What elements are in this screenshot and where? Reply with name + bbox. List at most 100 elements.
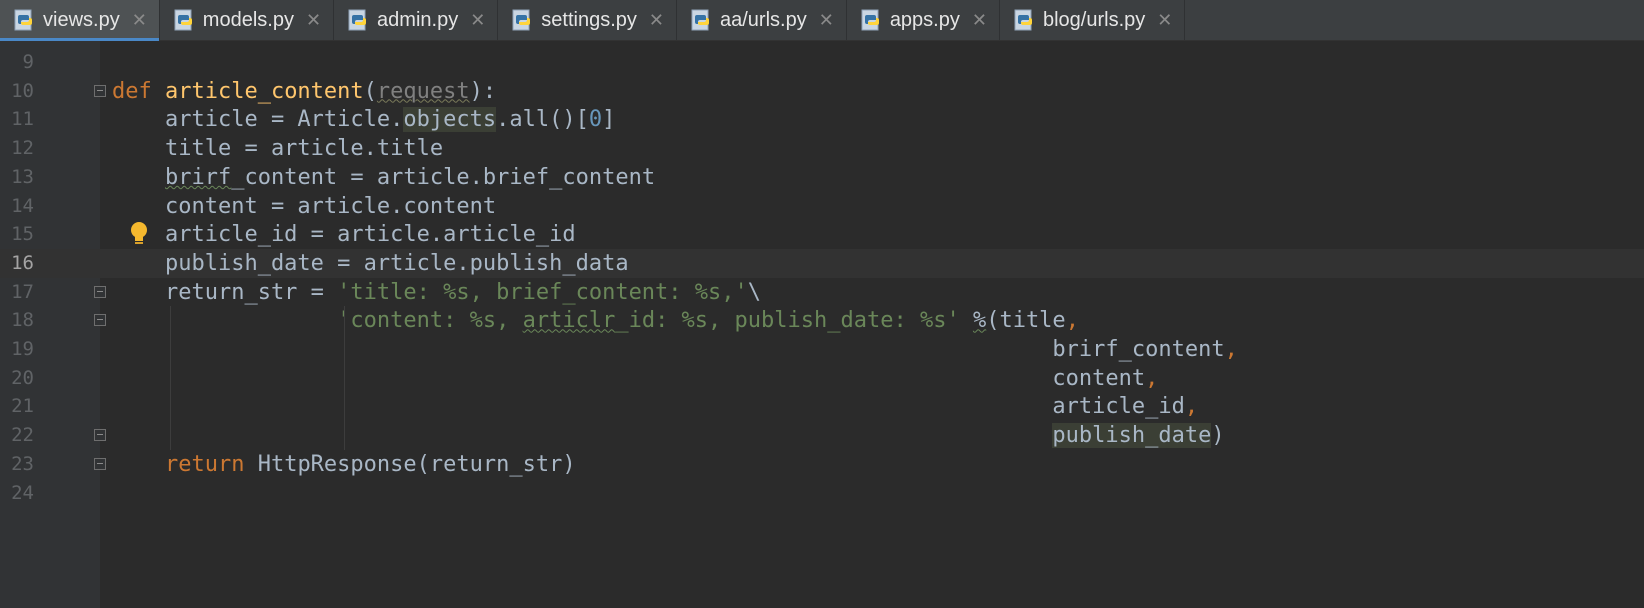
code-token: objects (403, 107, 497, 133)
line-number: 19 (11, 338, 34, 360)
python-file-icon (174, 9, 196, 31)
code-text: article = Article.objects.all()[0] (112, 105, 615, 134)
code-line[interactable]: 19 brirf_content, (0, 335, 1644, 364)
code-token: content = article.content (112, 193, 497, 219)
code-token: \ (747, 279, 762, 305)
close-icon[interactable]: ✕ (1157, 10, 1172, 31)
python-file-icon (512, 9, 534, 31)
line-number: 23 (11, 452, 34, 475)
code-line[interactable]: 24 (0, 479, 1644, 508)
tab-blog-urls-py[interactable]: blog/urls.py ✕ (1000, 0, 1186, 40)
code-token: return (164, 451, 258, 477)
line-number: 16 (11, 251, 34, 274)
fold-marker-icon[interactable] (94, 457, 106, 470)
fold-marker-icon[interactable] (94, 84, 106, 97)
code-line[interactable]: 18 'content: %s, articlr_id: %s, publish… (0, 306, 1644, 335)
code-line[interactable]: 14 content = article.content (0, 192, 1644, 221)
tab-settings-py[interactable]: settings.py ✕ (498, 0, 677, 40)
code-text: brirf_content = article.brief_content (112, 163, 655, 192)
tab-label: admin.py (377, 8, 459, 31)
tab-admin-py[interactable]: admin.py ✕ (334, 0, 499, 40)
code-token: HttpResponse(return_str) (257, 451, 576, 477)
close-icon[interactable]: ✕ (649, 10, 664, 31)
line-number: 18 (11, 309, 34, 332)
tab-label: aa/urls.py (720, 8, 807, 31)
python-file-icon (1014, 9, 1036, 31)
close-icon[interactable]: ✕ (306, 10, 321, 31)
code-line[interactable]: 21 article_id, (0, 392, 1644, 421)
code-token: ): (469, 78, 497, 104)
line-number: 22 (11, 424, 34, 447)
fold-marker-icon[interactable] (94, 285, 106, 298)
code-token: , (1065, 308, 1079, 334)
code-token: _content = article.brief_content (231, 164, 656, 190)
code-token: _id: %s, publish_date: %s' (615, 308, 960, 334)
code-token: ( (363, 78, 377, 104)
close-icon[interactable]: ✕ (819, 10, 834, 31)
code-token: (title (986, 308, 1066, 334)
tab-label: settings.py (541, 8, 637, 31)
close-icon[interactable]: ✕ (132, 10, 147, 31)
line-number: 24 (11, 481, 34, 504)
line-number: 13 (11, 165, 34, 188)
tab-models-py[interactable]: models.py ✕ (160, 0, 335, 40)
lightbulb-icon[interactable] (128, 220, 150, 248)
fold-marker-icon[interactable] (94, 429, 106, 442)
code-line[interactable]: 10 def article_content(request): (0, 77, 1644, 106)
line-number: 17 (11, 280, 34, 303)
close-icon[interactable]: ✕ (470, 10, 485, 31)
fold-marker-icon[interactable] (94, 314, 106, 327)
code-token: 'content: %s, (337, 308, 523, 334)
line-number: 10 (11, 79, 34, 102)
code-token: publish_date = article.publish_data (112, 250, 629, 276)
code-line[interactable]: 9 (0, 48, 1644, 77)
code-line[interactable]: 13 brirf_content = article.brief_content (0, 163, 1644, 192)
code-token: def (112, 78, 165, 104)
tab-label: blog/urls.py (1042, 8, 1146, 31)
code-token: ] (602, 107, 616, 133)
line-number: 21 (11, 395, 34, 418)
code-token: 0 (588, 107, 603, 133)
code-text: article_id = article.article_id (112, 220, 576, 249)
tab-label: apps.py (889, 8, 960, 31)
code-line[interactable]: 23 return HttpResponse(return_str) (0, 450, 1644, 479)
tab-apps-py[interactable]: apps.py ✕ (847, 0, 1000, 40)
tab-label: views.py (43, 8, 120, 31)
code-line[interactable]: 20 content, (0, 364, 1644, 393)
code-token: article_content (164, 78, 364, 104)
code-text: def article_content(request): (112, 77, 496, 106)
editor-tab-bar: views.py ✕ models.py ✕ admin.py ✕ settings.py ✕… (0, 0, 1644, 41)
code-line[interactable]: 17 return_str = 'title: %s, brief_conten… (0, 278, 1644, 307)
code-text: content, (112, 364, 1158, 393)
code-token: , (1184, 394, 1199, 420)
python-file-icon (348, 9, 370, 31)
code-line[interactable]: 12 title = article.title (0, 134, 1644, 163)
code-token: request (376, 78, 470, 104)
code-line[interactable]: 15 article_id = article.article_id (0, 220, 1644, 249)
code-token: articlr (522, 308, 616, 334)
code-text: brirf_content, (112, 335, 1238, 364)
tab-label: models.py (202, 8, 294, 31)
code-token: , (1224, 337, 1238, 362)
code-line[interactable]: 22 publish_date) (0, 421, 1644, 450)
code-text: 'content: %s, articlr_id: %s, publish_da… (112, 306, 1079, 335)
close-icon[interactable]: ✕ (972, 10, 987, 31)
code-text: content = article.content (112, 192, 496, 221)
code-line[interactable]: 11 article = Article.objects.all()[0] (0, 105, 1644, 134)
code-text: return HttpResponse(return_str) (112, 450, 576, 479)
tab-views-py[interactable]: views.py ✕ (0, 0, 160, 41)
code-editor[interactable]: 9 10 def article_content(request): 11 artic… (0, 41, 1644, 608)
code-token: .all()[ (496, 107, 589, 133)
tab-aa-urls-py[interactable]: aa/urls.py ✕ (677, 0, 847, 40)
code-line[interactable]: 16 publish_date = article.publish_data (0, 248, 1644, 278)
indent-guide (170, 306, 171, 450)
code-text: publish_date = article.publish_data (112, 249, 629, 278)
python-file-icon (14, 9, 36, 31)
python-file-icon (861, 9, 883, 31)
code-text: publish_date) (112, 421, 1225, 450)
